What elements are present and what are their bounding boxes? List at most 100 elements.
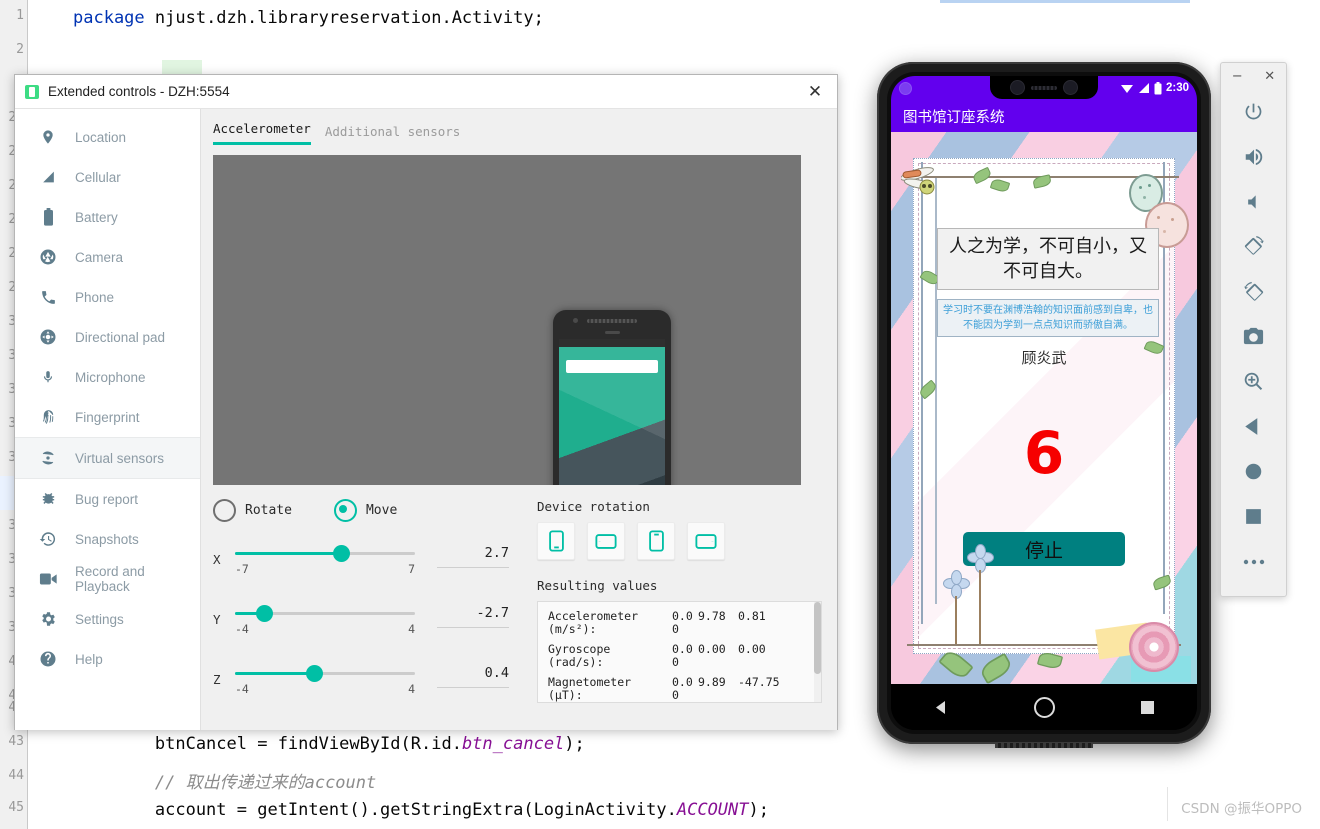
sidebar-item-label: Bug report bbox=[75, 491, 139, 507]
line-number: 1 bbox=[16, 8, 24, 23]
sensor-x-value: 0.00 bbox=[672, 609, 693, 636]
question-circle-icon bbox=[37, 649, 59, 669]
radio-circle-icon[interactable] bbox=[213, 499, 236, 522]
resulting-value-row: Magnetometer (µT): 0.00 9.89 -47.75 bbox=[548, 676, 811, 702]
portrait-up-icon[interactable] bbox=[537, 522, 575, 560]
sensor-y-value: 9.78 bbox=[698, 609, 726, 623]
landscape-right-icon[interactable] bbox=[687, 522, 725, 560]
slider-value-field[interactable]: 2.7 bbox=[437, 532, 509, 568]
sidebar-item-label: Microphone bbox=[75, 369, 146, 385]
sensor-y-value: 9.89 bbox=[698, 675, 726, 689]
sidebar-item-record-and-playback[interactable]: Record and Playback bbox=[15, 559, 200, 599]
slider-min-label: -4 bbox=[235, 682, 249, 696]
android-emulator-device[interactable]: 2:30 图书馆订座系统 人之为学，不可自小，又不可自大。 学习时不要在渊博浩翰… bbox=[877, 62, 1211, 748]
slider-track[interactable] bbox=[235, 545, 415, 562]
home-circle-icon[interactable] bbox=[1034, 696, 1056, 718]
resulting-values-box: Accelerometer (m/s²): 0.00 9.78 0.81 Gyrosco… bbox=[537, 601, 822, 703]
sidebar-item-phone[interactable]: Phone bbox=[15, 277, 200, 317]
recents-square-icon[interactable] bbox=[1141, 700, 1155, 714]
display-notch bbox=[990, 76, 1098, 99]
resulting-values-label: Resulting values bbox=[537, 578, 658, 593]
line-number: 44 bbox=[8, 768, 24, 783]
back-triangle-icon[interactable] bbox=[1221, 404, 1286, 449]
power-icon[interactable] bbox=[1221, 89, 1286, 134]
axis-sliders[interactable]: X -7 7 2.7 Y -4 4 -2.7 Z -4 4 0.4 bbox=[213, 532, 513, 696]
emulator-side-toolbar[interactable]: − ✕ bbox=[1220, 62, 1287, 597]
move-controls[interactable]: Rotate Move X -7 7 2.7 Y -4 4 -2.7 Z -4 4 0.4 bbox=[213, 499, 513, 712]
sidebar-item-camera[interactable]: Camera bbox=[15, 237, 200, 277]
sidebar-item-snapshots[interactable]: Snapshots bbox=[15, 519, 200, 559]
device-rotation-buttons[interactable] bbox=[537, 522, 837, 560]
mode-radio-group[interactable]: Rotate Move bbox=[213, 499, 513, 522]
rotate-left-icon[interactable] bbox=[1221, 224, 1286, 269]
sensor-tabs[interactable]: Accelerometer Additional sensors bbox=[213, 121, 837, 145]
app-content-area[interactable]: 人之为学，不可自小，又不可自大。 学习时不要在渊博浩翰的知识面前感到自卑，也不能… bbox=[891, 132, 1197, 684]
sidebar-item-location[interactable]: Location bbox=[15, 117, 200, 157]
flower-stem bbox=[979, 570, 981, 644]
more-ellipsis-icon[interactable] bbox=[1221, 539, 1286, 584]
slider-track[interactable] bbox=[235, 605, 415, 622]
sidebar-item-microphone[interactable]: Microphone bbox=[15, 357, 200, 397]
values-scrollbar[interactable] bbox=[814, 602, 821, 702]
values-scrollbar-thumb[interactable] bbox=[814, 602, 821, 674]
portrait-down-icon[interactable] bbox=[637, 522, 675, 560]
toolbar-window-buttons[interactable]: − ✕ bbox=[1221, 63, 1286, 89]
slider-track[interactable] bbox=[235, 665, 415, 682]
window-titlebar[interactable]: Extended controls - DZH:5554 ✕ bbox=[15, 75, 837, 109]
minimize-icon[interactable]: − bbox=[1232, 69, 1243, 84]
flower-illustration bbox=[967, 544, 994, 573]
rotate-right-icon[interactable] bbox=[1221, 269, 1286, 314]
sidebar-item-bug-report[interactable]: Bug report bbox=[15, 479, 200, 519]
close-icon[interactable]: ✕ bbox=[793, 75, 837, 108]
android-navigation-bar[interactable] bbox=[891, 684, 1197, 730]
slider-value-field[interactable]: -2.7 bbox=[437, 592, 509, 628]
sidebar-item-help[interactable]: Help bbox=[15, 639, 200, 679]
close-icon[interactable]: ✕ bbox=[1264, 69, 1275, 84]
radio-circle-icon[interactable] bbox=[333, 499, 357, 522]
sidebar-item-settings[interactable]: Settings bbox=[15, 599, 200, 639]
slider-knob[interactable] bbox=[306, 665, 324, 682]
tab-additional-sensors[interactable]: Additional sensors bbox=[325, 124, 460, 145]
wifi-icon bbox=[1120, 85, 1133, 93]
back-triangle-icon[interactable] bbox=[934, 700, 949, 715]
extended-controls-window[interactable]: Extended controls - DZH:5554 ✕ Location C… bbox=[14, 74, 838, 730]
slider-y[interactable]: Y -4 4 -2.7 bbox=[213, 592, 513, 636]
radio-rotate[interactable]: Rotate bbox=[213, 499, 292, 522]
tab-accelerometer[interactable]: Accelerometer bbox=[213, 121, 311, 145]
overview-square-icon[interactable] bbox=[1221, 494, 1286, 539]
volume-down-icon[interactable] bbox=[1221, 179, 1286, 224]
screenshot-camera-icon[interactable] bbox=[1221, 314, 1286, 359]
radio-move[interactable]: Move bbox=[333, 499, 397, 522]
slider-x[interactable]: X -7 7 2.7 bbox=[213, 532, 513, 576]
volume-up-icon[interactable] bbox=[1221, 134, 1286, 179]
slider-knob[interactable] bbox=[333, 545, 351, 562]
device-3d-preview[interactable]: G Google bbox=[213, 155, 801, 485]
zoom-in-icon[interactable] bbox=[1221, 359, 1286, 404]
flower-stem bbox=[955, 596, 957, 644]
sidebar-item-label: Settings bbox=[75, 611, 124, 627]
cellular-signal-icon bbox=[1138, 83, 1149, 93]
sidebar-item-fingerprint[interactable]: Fingerprint bbox=[15, 397, 200, 437]
device-rotation-label: Device rotation bbox=[537, 499, 650, 514]
sidebar-item-directional-pad[interactable]: Directional pad bbox=[15, 317, 200, 357]
slider-knob[interactable] bbox=[255, 605, 273, 622]
sensor-name: Magnetometer (µT): bbox=[548, 675, 632, 702]
quote-author-text: 顾炎武 bbox=[1021, 349, 1067, 367]
code-line[interactable]: // 取出传递过来的account bbox=[73, 768, 376, 793]
code-line[interactable]: btnCancel = findViewById(R.id.btn_cancel… bbox=[73, 734, 585, 754]
sensor-name: Accelerometer (m/s²): bbox=[548, 609, 639, 636]
extended-controls-sidebar[interactable]: Location Cellular Battery Camera Phone Direct… bbox=[15, 109, 201, 730]
inline-highlight bbox=[162, 60, 202, 74]
slider-z[interactable]: Z -4 4 0.4 bbox=[213, 652, 513, 696]
sidebar-item-cellular[interactable]: Cellular bbox=[15, 157, 200, 197]
code-line[interactable]: package njust.dzh.libraryreservation.Act… bbox=[73, 8, 544, 28]
sidebar-item-virtual-sensors[interactable]: Virtual sensors bbox=[15, 437, 200, 479]
sidebar-item-battery[interactable]: Battery bbox=[15, 197, 200, 237]
home-circle-icon[interactable] bbox=[1221, 449, 1286, 494]
landscape-left-icon[interactable] bbox=[587, 522, 625, 560]
code-line[interactable]: account = getIntent().getStringExtra(Log… bbox=[73, 800, 769, 820]
bug-icon bbox=[37, 489, 59, 509]
slider-value-field[interactable]: 0.4 bbox=[437, 652, 509, 688]
line-number: 45 bbox=[8, 800, 24, 815]
emulator-screen[interactable]: 2:30 图书馆订座系统 人之为学，不可自小，又不可自大。 学习时不要在渊博浩翰… bbox=[891, 76, 1197, 730]
